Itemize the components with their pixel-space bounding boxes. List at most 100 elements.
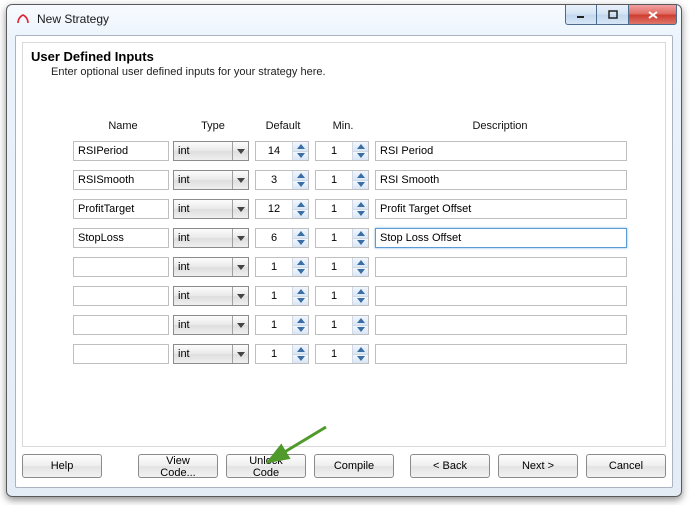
default-spinner[interactable]: 6 (255, 228, 309, 248)
type-select[interactable]: int (173, 257, 249, 277)
spin-down-icon[interactable] (293, 239, 308, 248)
col-name: Name (73, 120, 173, 132)
spin-down-icon[interactable] (353, 326, 368, 335)
help-button[interactable]: Help (22, 454, 102, 478)
default-spinner[interactable]: 1 (255, 257, 309, 277)
min-value: 1 (316, 258, 352, 276)
spin-up-icon[interactable] (353, 287, 368, 297)
description-input[interactable] (375, 170, 627, 190)
type-select[interactable]: int (173, 228, 249, 248)
compile-button[interactable]: Compile (314, 454, 394, 478)
titlebar[interactable]: New Strategy (7, 5, 681, 33)
min-spinner[interactable]: 1 (315, 199, 369, 219)
name-input[interactable] (73, 141, 169, 161)
type-label: int (174, 261, 232, 273)
description-input[interactable] (375, 315, 627, 335)
spin-up-icon[interactable] (293, 142, 308, 152)
inputs-grid: Name Type Default Min. Description int14… (73, 120, 627, 365)
spin-down-icon[interactable] (353, 152, 368, 161)
input-row: int 6 1 (73, 227, 627, 249)
type-select[interactable]: int (173, 286, 249, 306)
name-input[interactable] (73, 344, 169, 364)
default-spinner[interactable]: 3 (255, 170, 309, 190)
min-value: 1 (316, 229, 352, 247)
type-select[interactable]: int (173, 170, 249, 190)
description-input[interactable] (375, 344, 627, 364)
type-select[interactable]: int (173, 199, 249, 219)
spin-down-icon[interactable] (293, 355, 308, 364)
spin-up-icon[interactable] (293, 171, 308, 181)
name-input[interactable] (73, 199, 169, 219)
spin-up-icon[interactable] (353, 171, 368, 181)
spin-down-icon[interactable] (353, 239, 368, 248)
type-select[interactable]: int (173, 315, 249, 335)
description-input[interactable] (375, 141, 627, 161)
default-spinner[interactable]: 1 (255, 344, 309, 364)
chevron-down-icon (232, 316, 248, 334)
chevron-down-icon (232, 200, 248, 218)
spin-up-icon[interactable] (293, 345, 308, 355)
spin-down-icon[interactable] (353, 210, 368, 219)
name-input[interactable] (73, 257, 169, 277)
default-spinner[interactable]: 1 (255, 286, 309, 306)
spin-up-icon[interactable] (353, 316, 368, 326)
spin-up-icon[interactable] (353, 229, 368, 239)
page-title: User Defined Inputs (23, 43, 665, 64)
spin-down-icon[interactable] (293, 326, 308, 335)
min-spinner[interactable]: 1 (315, 286, 369, 306)
description-input[interactable] (375, 257, 627, 277)
default-spinner[interactable]: 14 (255, 141, 309, 161)
name-input[interactable] (73, 170, 169, 190)
name-input[interactable] (73, 228, 169, 248)
spin-down-icon[interactable] (353, 355, 368, 364)
spin-down-icon[interactable] (293, 210, 308, 219)
spin-down-icon[interactable] (353, 268, 368, 277)
default-spinner[interactable]: 12 (255, 199, 309, 219)
spin-up-icon[interactable] (293, 200, 308, 210)
next-button[interactable]: Next > (498, 454, 578, 478)
unlock-code-button[interactable]: Unlock Code (226, 454, 306, 478)
view-code-button[interactable]: View Code... (138, 454, 218, 478)
type-select[interactable]: int (173, 344, 249, 364)
min-spinner[interactable]: 1 (315, 315, 369, 335)
default-value: 1 (256, 345, 292, 363)
spin-up-icon[interactable] (353, 200, 368, 210)
input-row: int 14 1 (73, 140, 627, 162)
spin-down-icon[interactable] (293, 297, 308, 306)
spin-up-icon[interactable] (353, 142, 368, 152)
description-input[interactable] (375, 228, 627, 248)
description-input[interactable] (375, 286, 627, 306)
spin-up-icon[interactable] (293, 316, 308, 326)
type-label: int (174, 348, 232, 360)
col-default: Default (253, 120, 313, 132)
type-select[interactable]: int (173, 141, 249, 161)
spin-down-icon[interactable] (353, 297, 368, 306)
spin-up-icon[interactable] (353, 345, 368, 355)
back-button[interactable]: < Back (410, 454, 490, 478)
spin-up-icon[interactable] (353, 258, 368, 268)
cancel-button[interactable]: Cancel (586, 454, 666, 478)
min-spinner[interactable]: 1 (315, 170, 369, 190)
name-input[interactable] (73, 315, 169, 335)
window-title: New Strategy (37, 12, 109, 26)
maximize-button[interactable] (597, 5, 629, 25)
spin-down-icon[interactable] (353, 181, 368, 190)
spin-up-icon[interactable] (293, 287, 308, 297)
default-value: 6 (256, 229, 292, 247)
min-spinner[interactable]: 1 (315, 141, 369, 161)
minimize-button[interactable] (565, 5, 597, 25)
spin-down-icon[interactable] (293, 152, 308, 161)
close-button[interactable] (629, 5, 677, 25)
spin-up-icon[interactable] (293, 258, 308, 268)
description-input[interactable] (375, 199, 627, 219)
min-value: 1 (316, 316, 352, 334)
default-spinner[interactable]: 1 (255, 315, 309, 335)
spin-down-icon[interactable] (293, 181, 308, 190)
min-spinner[interactable]: 1 (315, 344, 369, 364)
spin-down-icon[interactable] (293, 268, 308, 277)
min-spinner[interactable]: 1 (315, 228, 369, 248)
spin-up-icon[interactable] (293, 229, 308, 239)
input-row: int 31 (73, 169, 627, 191)
name-input[interactable] (73, 286, 169, 306)
min-spinner[interactable]: 1 (315, 257, 369, 277)
